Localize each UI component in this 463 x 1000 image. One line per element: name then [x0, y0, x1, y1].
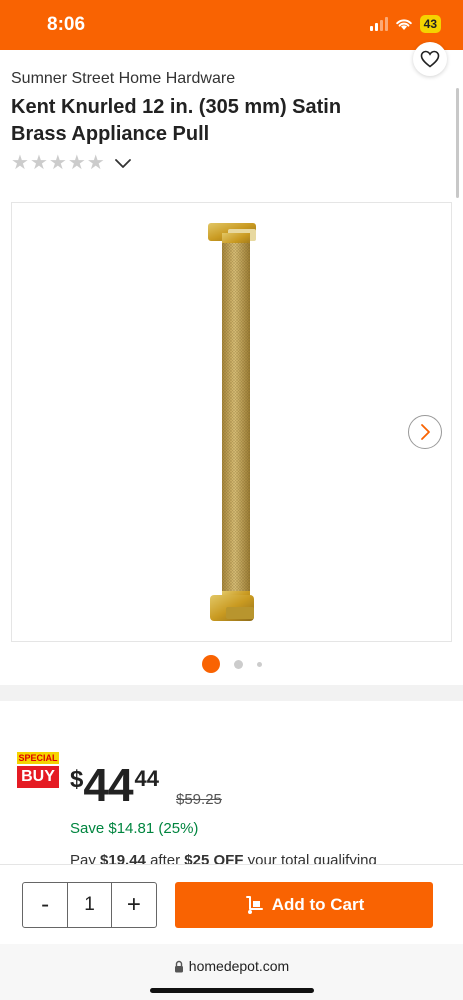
- carousel-dot-active[interactable]: [201, 655, 220, 673]
- url-display[interactable]: homedepot.com: [0, 958, 463, 974]
- star-icon: ★: [48, 152, 67, 174]
- favorite-button[interactable]: [413, 42, 447, 76]
- star-icon: ★: [11, 152, 29, 174]
- heart-icon: [420, 50, 440, 68]
- status-icons: 43: [369, 15, 441, 33]
- badge-top-label: SPECIAL: [17, 752, 59, 764]
- battery-indicator: 43: [419, 15, 441, 33]
- dolly-icon: [245, 896, 263, 914]
- status-bar: 8:06 43: [0, 0, 463, 50]
- add-to-cart-button[interactable]: Add to Cart: [175, 882, 433, 928]
- price-cents: 44: [134, 766, 160, 791]
- add-to-cart-label: Add to Cart: [271, 895, 365, 914]
- quantity-stepper: - 1 +: [22, 882, 157, 928]
- badge-bottom-label: BUY: [17, 766, 59, 788]
- quantity-input[interactable]: 1: [67, 883, 112, 927]
- product-image-gallery[interactable]: [11, 202, 452, 642]
- browser-address-bar[interactable]: homedepot.com: [0, 944, 463, 1000]
- chevron-down-icon[interactable]: [114, 157, 132, 169]
- scrollbar[interactable]: [456, 88, 459, 198]
- star-icon: ★: [86, 152, 105, 174]
- wifi-icon: [395, 19, 412, 30]
- promo-text: Pay $19.44 after $25 OFF your total qual…: [70, 852, 377, 865]
- star-icon: ★: [29, 152, 48, 174]
- carousel-dot[interactable]: [233, 659, 243, 669]
- product-header: Sumner Street Home Hardware Kent Knurled…: [0, 42, 463, 200]
- home-indicator[interactable]: [150, 988, 314, 993]
- image-carousel-dots: [0, 655, 463, 673]
- lock-icon: [174, 960, 183, 972]
- add-to-cart-bar: - 1 + Add to Cart: [0, 864, 463, 944]
- product-image: [208, 223, 256, 621]
- signal-icon: [369, 17, 388, 31]
- status-time: 8:06: [47, 14, 86, 35]
- current-price: $ 44 44: [70, 760, 159, 810]
- product-brand[interactable]: Sumner Street Home Hardware: [11, 70, 235, 88]
- section-divider: [0, 685, 463, 701]
- rating[interactable]: ★ ★ ★ ★ ★: [11, 153, 132, 173]
- savings-text: Save $14.81 (25%): [70, 820, 199, 837]
- carousel-dot[interactable]: [256, 661, 262, 667]
- decrement-button[interactable]: -: [23, 883, 67, 927]
- next-image-button[interactable]: [408, 415, 442, 449]
- price-dollars: 44: [83, 759, 133, 811]
- chevron-right-icon: [421, 424, 430, 440]
- increment-button[interactable]: +: [112, 883, 156, 927]
- url-text: homedepot.com: [188, 958, 290, 974]
- was-price: $59.25: [176, 791, 222, 808]
- price-currency: $: [70, 766, 84, 793]
- special-buy-badge: SPECIAL BUY: [17, 752, 59, 792]
- star-icon: ★: [67, 152, 86, 174]
- product-title: Kent Knurled 12 in. (305 mm) Satin Brass…: [11, 96, 342, 145]
